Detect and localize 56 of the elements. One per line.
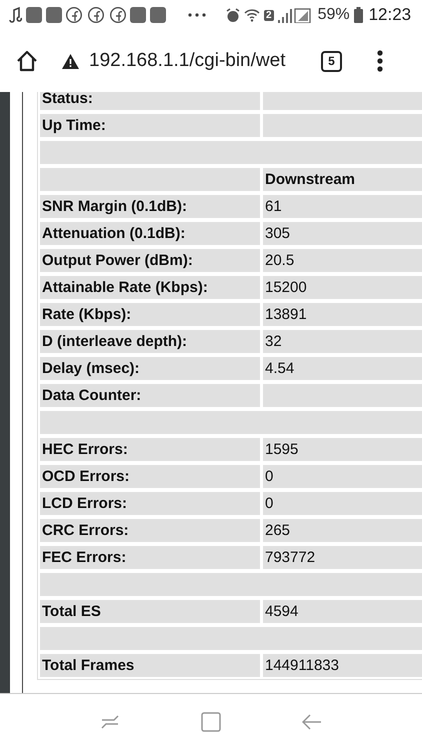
facebook-icon: [88, 7, 104, 23]
table-cell: 61: [263, 195, 422, 218]
table-cell: SNR Margin (0.1dB):: [40, 195, 260, 218]
table-cell: 32: [263, 330, 422, 353]
table-cell: 15200: [263, 276, 422, 299]
menu-icon[interactable]: [377, 50, 383, 72]
table-cell: 144911833: [263, 654, 422, 677]
music-icon: [9, 7, 22, 23]
table-cell: Output Power (dBm):: [40, 249, 260, 272]
table-cell: Total Frames: [40, 654, 260, 677]
more-dots-icon: [188, 13, 206, 17]
table-cell: 793772: [263, 546, 422, 569]
home-icon[interactable]: [16, 50, 38, 72]
table-cell: Attainable Rate (Kbps):: [40, 276, 260, 299]
table-cell: Up Time:: [40, 114, 260, 137]
table-cell: Attenuation (0.1dB):: [40, 222, 260, 245]
table-cell: LCD Errors:: [40, 492, 260, 515]
table-cell: 305: [263, 222, 422, 245]
signal-icon: [278, 8, 312, 22]
table-cell: CRC Errors:: [40, 519, 260, 542]
home-button-icon[interactable]: [200, 712, 221, 732]
tab-count-button[interactable]: 5: [321, 50, 342, 72]
table-cell: 0: [263, 492, 422, 515]
warning-icon: [62, 54, 79, 68]
battery-icon: [354, 7, 363, 23]
wifi-icon: [244, 8, 260, 22]
table-cell: 4594: [263, 600, 422, 623]
table-cell: HEC Errors:: [40, 438, 260, 461]
app-icon: [46, 7, 62, 23]
table-cell: OCD Errors:: [40, 465, 260, 488]
app-icon: [26, 7, 42, 23]
facebook-icon: [66, 7, 82, 23]
facebook-icon: [110, 7, 126, 23]
table-cell: 1595: [263, 438, 422, 461]
app-icon: [150, 7, 166, 23]
table-cell: Status:: [40, 92, 260, 110]
back-icon[interactable]: [302, 714, 322, 730]
table-cell: Downstream: [263, 168, 422, 191]
sim-badge: 2: [264, 10, 274, 20]
battery-percent: 59%: [318, 6, 350, 24]
table-cell: 20.5: [263, 249, 422, 272]
url-field[interactable]: 192.168.1.1/cgi-bin/wet: [89, 50, 289, 72]
table-cell: 265: [263, 519, 422, 542]
table-cell: Delay (msec):: [40, 357, 260, 380]
table-cell: Rate (Kbps):: [40, 303, 260, 326]
table-cell: Total ES: [40, 600, 260, 623]
table-cell: Data Counter:: [40, 384, 260, 407]
table-cell: FEC Errors:: [40, 546, 260, 569]
table-cell: 0: [263, 465, 422, 488]
clock-time: 12:23: [368, 5, 412, 25]
table-cell: 4.54: [263, 357, 422, 380]
table-cell: 13891: [263, 303, 422, 326]
recent-apps-icon[interactable]: [100, 715, 120, 729]
app-icon: [130, 7, 146, 23]
table-cell: D (interleave depth):: [40, 330, 260, 353]
alarm-icon: [226, 8, 240, 22]
